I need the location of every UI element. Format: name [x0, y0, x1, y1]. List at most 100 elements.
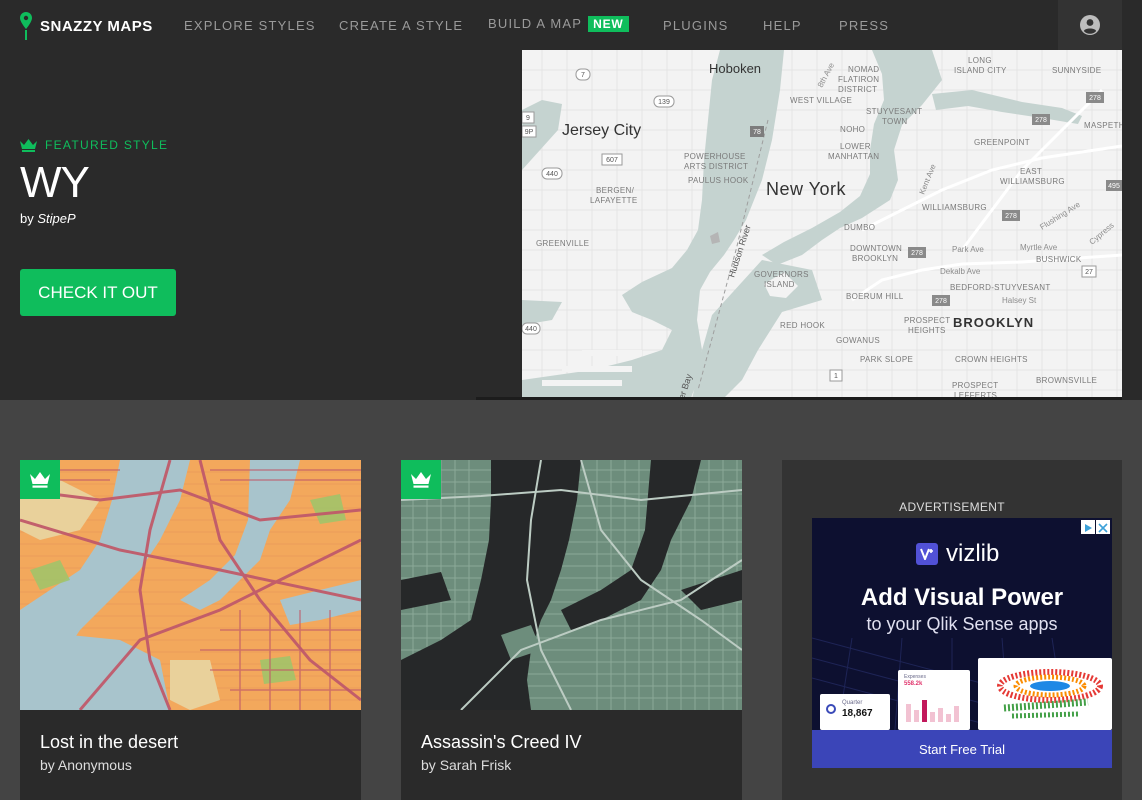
logo[interactable]: SNAZZY MAPS	[20, 12, 153, 40]
nav-plugins[interactable]: PLUGINS	[663, 18, 728, 33]
map-label-park-slope: PARK SLOPE	[860, 355, 913, 364]
map-label-halsey-st: Halsey St	[1002, 296, 1037, 305]
map-label-boerum-hill: BOERUM HILL	[846, 292, 904, 301]
map-label-lower: LOWER	[840, 142, 871, 151]
ad-scatter-graphic	[997, 669, 1103, 719]
card-map-preview[interactable]	[401, 460, 742, 710]
ad-bar-chart-graphic	[906, 700, 959, 722]
card-map-preview[interactable]	[20, 460, 361, 710]
map-label-downtown: DOWNTOWN	[850, 244, 902, 253]
hero-divider	[476, 397, 1122, 400]
map-label-brownsville: BROWNSVILLE	[1036, 376, 1097, 385]
account-button[interactable]	[1058, 0, 1122, 50]
route-7: 7	[581, 72, 585, 79]
route-278-b: 278	[935, 298, 947, 305]
map-label-arts-district: ARTS DISTRICT	[684, 162, 748, 171]
map-label-paulus-hook: PAULUS HOOK	[688, 176, 749, 185]
map-label-maspeth: MASPETH	[1084, 121, 1122, 130]
map-label-stuyvesant: STUYVESANT	[866, 107, 922, 116]
map-image: Hoboken Jersey City New York BROOKLYN NO…	[522, 50, 1122, 400]
ad-tile-scatter	[978, 658, 1112, 730]
phone-icon	[826, 704, 836, 714]
map-label-gowanus: GOWANUS	[836, 336, 880, 345]
crown-icon	[30, 471, 50, 488]
map-label-myrtle-ave: Myrtle Ave	[1020, 243, 1058, 252]
author-name[interactable]: Anonymous	[58, 757, 132, 773]
map-label-park-ave: Park Ave	[952, 245, 984, 254]
map-label-manhattan: MANHATTAN	[828, 152, 879, 161]
card-title[interactable]: Lost in the desert	[40, 732, 178, 753]
route-495: 495	[1108, 183, 1120, 190]
nav-build-map-label: BUILD A MAP	[488, 16, 583, 31]
ad-banner[interactable]: vizlib Add Visual Power to your Qlik Sen…	[812, 518, 1112, 768]
vizlib-logo-icon	[916, 543, 938, 565]
nav-explore-styles[interactable]: EXPLORE STYLES	[184, 18, 316, 33]
map-label-bedford-stuyvesant: BEDFORD-STUYVESANT	[950, 283, 1051, 292]
map-label-east-williamsburg: WILLIAMSBURG	[1000, 177, 1065, 186]
card-author: by Sarah Frisk	[421, 757, 511, 773]
map-label-flatiron: FLATIRON	[838, 75, 879, 84]
map-label-red-hook: RED HOOK	[780, 321, 825, 330]
map-label-williamsburg: WILLIAMSBURG	[922, 203, 987, 212]
style-card-assassins-creed-iv[interactable]: Assassin's Creed IV by Sarah Frisk	[401, 460, 742, 800]
nav-create-style[interactable]: CREATE A STYLE	[339, 18, 463, 33]
user-icon	[1080, 15, 1100, 35]
featured-author: by StipeP	[20, 211, 76, 226]
start-free-trial-button[interactable]: Start Free Trial	[812, 730, 1112, 768]
check-it-out-button[interactable]: CHECK IT OUT	[20, 269, 176, 316]
route-27: 27	[1085, 269, 1093, 276]
map-label-powerhouse: POWERHOUSE	[684, 152, 746, 161]
route-440-a: 440	[546, 171, 558, 178]
ad-tile-kpi: Quarter 18,867	[820, 694, 890, 730]
route-278-e: 278	[1005, 213, 1017, 220]
ad-tile-bar-chart: Expenses 558.2k	[898, 670, 970, 730]
top-nav: SNAZZY MAPS EXPLORE STYLES CREATE A STYL…	[0, 0, 1142, 50]
route-139: 139	[658, 99, 670, 106]
map-label-island: ISLAND	[764, 280, 795, 289]
new-badge: NEW	[588, 16, 629, 32]
nav-help[interactable]: HELP	[763, 18, 802, 33]
map-label-jersey-city: Jersey City	[562, 122, 641, 139]
route-278-d: 278	[1089, 95, 1101, 102]
close-icon	[1098, 523, 1108, 533]
map-label-crown-heights: CROWN HEIGHTS	[955, 355, 1028, 364]
featured-map-preview[interactable]: Hoboken Jersey City New York BROOKLYN NO…	[522, 50, 1122, 400]
route-278-a: 278	[911, 250, 923, 257]
map-label-sunnyside: SUNNYSIDE	[1052, 66, 1101, 75]
map-label-brooklyn: BROOKLYN	[953, 315, 1034, 330]
ad-subheadline: to your Qlik Sense apps	[866, 614, 1058, 634]
brand-name: SNAZZY MAPS	[40, 17, 153, 35]
card-title[interactable]: Assassin's Creed IV	[421, 732, 582, 753]
by-prefix: by	[421, 757, 436, 773]
map-label-prospect: PROSPECT	[904, 316, 950, 325]
ad-choices[interactable]	[1080, 520, 1110, 534]
map-label-brooklyn-small: BROOKLYN	[852, 254, 898, 263]
map-label-greenpoint: GREENPOINT	[974, 138, 1030, 147]
map-label-long: LONG	[968, 56, 992, 65]
map-image	[401, 460, 742, 710]
ad-tile-caption: Quarter	[842, 700, 863, 706]
author-link[interactable]: StipeP	[37, 211, 75, 226]
advertisement-panel: ADVERTISEMENT vizlib Add Visual Power to…	[782, 460, 1122, 800]
featured-label-text: FEATURED STYLE	[45, 138, 169, 152]
by-prefix: by	[40, 757, 55, 773]
route-1: 1	[834, 373, 838, 380]
nav-build-map[interactable]: BUILD A MAP NEW	[488, 16, 629, 32]
card-author: by Anonymous	[40, 757, 132, 773]
map-label-lafayette: LAFAYETTE	[590, 196, 637, 205]
map-label-new-york: New York	[766, 179, 847, 199]
author-name[interactable]: Sarah Frisk	[440, 757, 512, 773]
map-label-hoboken: Hoboken	[709, 61, 761, 76]
featured-style-title[interactable]: WY	[20, 158, 90, 208]
ad-tile-value: 18,867	[842, 708, 873, 719]
map-pin-icon	[20, 12, 32, 40]
route-278-c: 278	[1035, 117, 1047, 124]
map-label-district: DISTRICT	[838, 85, 877, 94]
ad-headline: Add Visual Power	[860, 584, 1064, 611]
style-card-lost-in-the-desert[interactable]: Lost in the desert by Anonymous	[20, 460, 361, 800]
map-label-governors: GOVERNORS	[754, 270, 809, 279]
by-prefix: by	[20, 211, 34, 226]
nav-press[interactable]: PRESS	[839, 18, 889, 33]
map-label-nomad: NOMAD	[848, 65, 879, 74]
hero: FEATURED STYLE WY by StipeP CHECK IT OUT	[0, 50, 1142, 400]
